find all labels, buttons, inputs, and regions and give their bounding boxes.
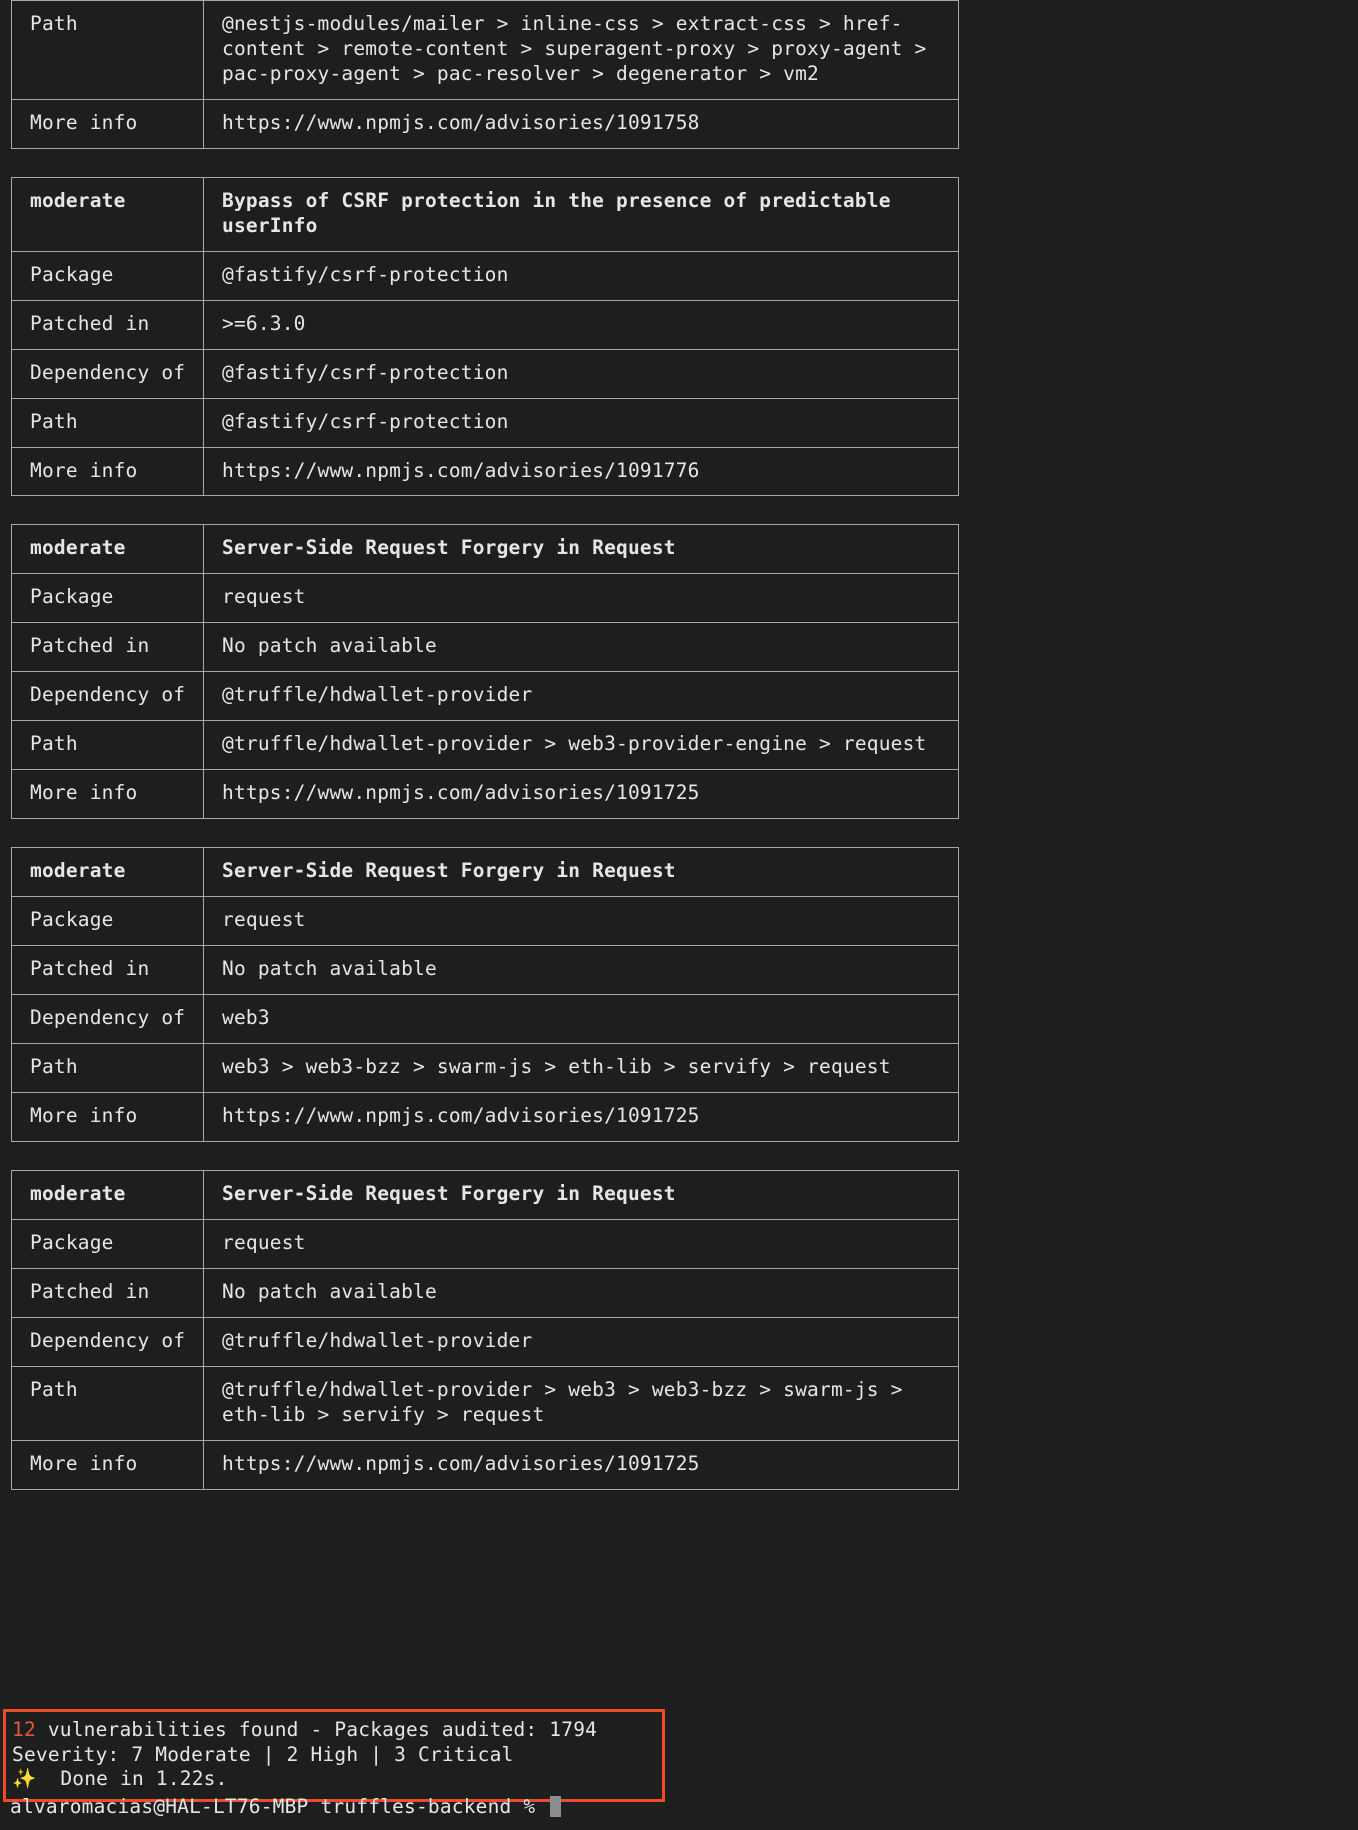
table-row: Path @truffle/hdwallet-provider > web3-p… [11,720,959,771]
table-row: Dependency of @truffle/hdwallet-provider [11,1316,959,1367]
row-label-package: Package [11,573,204,624]
status-badge: moderate [11,524,204,575]
audit-block-3: moderate Server-Side Request Forgery in … [11,1169,959,1490]
row-value-path: web3 > web3-bzz > swarm-js > eth-lib > s… [203,1043,959,1093]
row-label-package: Package [11,250,204,301]
table-row: Package request [11,896,959,947]
row-value-dependency-of: @truffle/hdwallet-provider [203,1316,959,1367]
row-value-patched-in: No patch available [203,1267,959,1318]
table-row: Patched in No patch available [11,1267,959,1318]
row-value-path: @truffle/hdwallet-provider > web3 > web3… [203,1365,959,1441]
row-label-patched-in: Patched in [11,299,204,350]
row-label-path: Path [11,1043,204,1093]
row-value-patched-in: No patch available [203,945,959,996]
row-value-more-info[interactable]: https://www.npmjs.com/advisories/1091776 [203,446,959,497]
row-value-dependency-of: @truffle/hdwallet-provider [203,671,959,722]
audit-block-2: moderate Server-Side Request Forgery in … [11,847,959,1142]
vulnerability-title: Server-Side Request Forgery in Request [203,1169,959,1220]
table-row: More info https://www.npmjs.com/advisori… [11,1439,959,1490]
vulnerability-title: Server-Side Request Forgery in Request [203,524,959,575]
summary-done-text: Done in 1.22s. [36,1767,228,1791]
table-row: moderate Server-Side Request Forgery in … [11,1169,959,1220]
row-label-package: Package [11,1218,204,1269]
table-row: More info https://www.npmjs.com/advisori… [11,446,959,497]
table-row: Package request [11,1218,959,1269]
row-value-package: request [203,1218,959,1269]
row-value-package: @fastify/csrf-protection [203,250,959,301]
table-row: moderate Server-Side Request Forgery in … [11,847,959,898]
table-row: moderate Server-Side Request Forgery in … [11,524,959,575]
table-row: moderate Bypass of CSRF protection in th… [11,176,959,252]
row-label-patched-in: Patched in [11,622,204,673]
row-label-dependency-of: Dependency of [11,671,204,722]
row-value-dependency-of: @fastify/csrf-protection [203,348,959,399]
table-row: Dependency of web3 [11,994,959,1045]
table-row: Path @fastify/csrf-protection [11,397,959,448]
row-label-patched-in: Patched in [11,1267,204,1318]
status-badge: moderate [11,847,204,898]
row-label-path: Path [11,0,204,100]
row-value-package: request [203,573,959,624]
row-label-path: Path [11,397,204,448]
row-value-package: request [203,896,959,947]
table-row: More info https://www.npmjs.com/advisori… [11,98,959,149]
row-value-more-info[interactable]: https://www.npmjs.com/advisories/1091758 [203,98,959,149]
row-label-path: Path [11,1365,204,1441]
terminal-window: Path @nestjs-modules/mailer > inline-css… [0,0,1358,1830]
table-row: Package @fastify/csrf-protection [11,250,959,301]
row-value-patched-in: >=6.3.0 [203,299,959,350]
row-value-path: @truffle/hdwallet-provider > web3-provid… [203,720,959,771]
row-label-package: Package [11,896,204,947]
row-label-dependency-of: Dependency of [11,994,204,1045]
row-label-more-info: More info [11,1091,204,1142]
row-value-path: @nestjs-modules/mailer > inline-css > ex… [203,0,959,100]
table-row: Path web3 > web3-bzz > swarm-js > eth-li… [11,1043,959,1093]
audit-block-1: moderate Server-Side Request Forgery in … [11,524,959,820]
row-value-path: @fastify/csrf-protection [203,397,959,448]
vulnerability-count: 12 [12,1718,36,1741]
table-row: Path @truffle/hdwallet-provider > web3 >… [11,1365,959,1441]
audit-block-partial: Path @nestjs-modules/mailer > inline-css… [11,0,959,149]
audit-block-0: moderate Bypass of CSRF protection in th… [11,176,959,497]
row-label-dependency-of: Dependency of [11,1316,204,1367]
row-value-more-info[interactable]: https://www.npmjs.com/advisories/1091725 [203,1439,959,1490]
table-row: Dependency of @fastify/csrf-protection [11,348,959,399]
prompt-text: alvaromacias@HAL-LT76-MBP truffles-backe… [10,1795,548,1818]
table-row: Package request [11,573,959,624]
row-label-dependency-of: Dependency of [11,348,204,399]
shell-prompt[interactable]: alvaromacias@HAL-LT76-MBP truffles-backe… [10,1795,562,1820]
summary-done-line: ✨ Done in 1.22s. [12,1767,658,1792]
row-label-patched-in: Patched in [11,945,204,996]
status-badge: moderate [11,176,204,252]
row-label-more-info: More info [11,769,204,820]
summary-count-line: 12 vulnerabilities found - Packages audi… [12,1718,658,1743]
table-row: Patched in No patch available [11,945,959,996]
table-row: Dependency of @truffle/hdwallet-provider [11,671,959,722]
vulnerability-title: Server-Side Request Forgery in Request [203,847,959,898]
row-label-path: Path [11,720,204,771]
table-row: Patched in >=6.3.0 [11,299,959,350]
status-badge: moderate [11,1169,204,1220]
vulnerability-title: Bypass of CSRF protection in the presenc… [203,176,959,252]
table-row: More info https://www.npmjs.com/advisori… [11,1091,959,1142]
summary-count-text: vulnerabilities found - Packages audited… [35,1718,598,1741]
summary-severity-line: Severity: 7 Moderate | 2 High | 3 Critic… [12,1742,514,1766]
row-value-more-info[interactable]: https://www.npmjs.com/advisories/1091725 [203,769,959,820]
row-value-more-info[interactable]: https://www.npmjs.com/advisories/1091725 [203,1091,959,1142]
row-label-more-info: More info [11,446,204,497]
table-row: Patched in No patch available [11,622,959,673]
table-row: Path @nestjs-modules/mailer > inline-css… [11,0,959,100]
text-cursor [550,1796,562,1817]
row-label-more-info: More info [11,1439,204,1490]
sparkle-icon: ✨ [12,1767,37,1791]
row-value-dependency-of: web3 [203,994,959,1045]
table-row: More info https://www.npmjs.com/advisori… [11,769,959,820]
row-value-patched-in: No patch available [203,622,959,673]
row-label-more-info: More info [11,98,204,149]
audit-summary-box: 12 vulnerabilities found - Packages audi… [3,1709,665,1802]
